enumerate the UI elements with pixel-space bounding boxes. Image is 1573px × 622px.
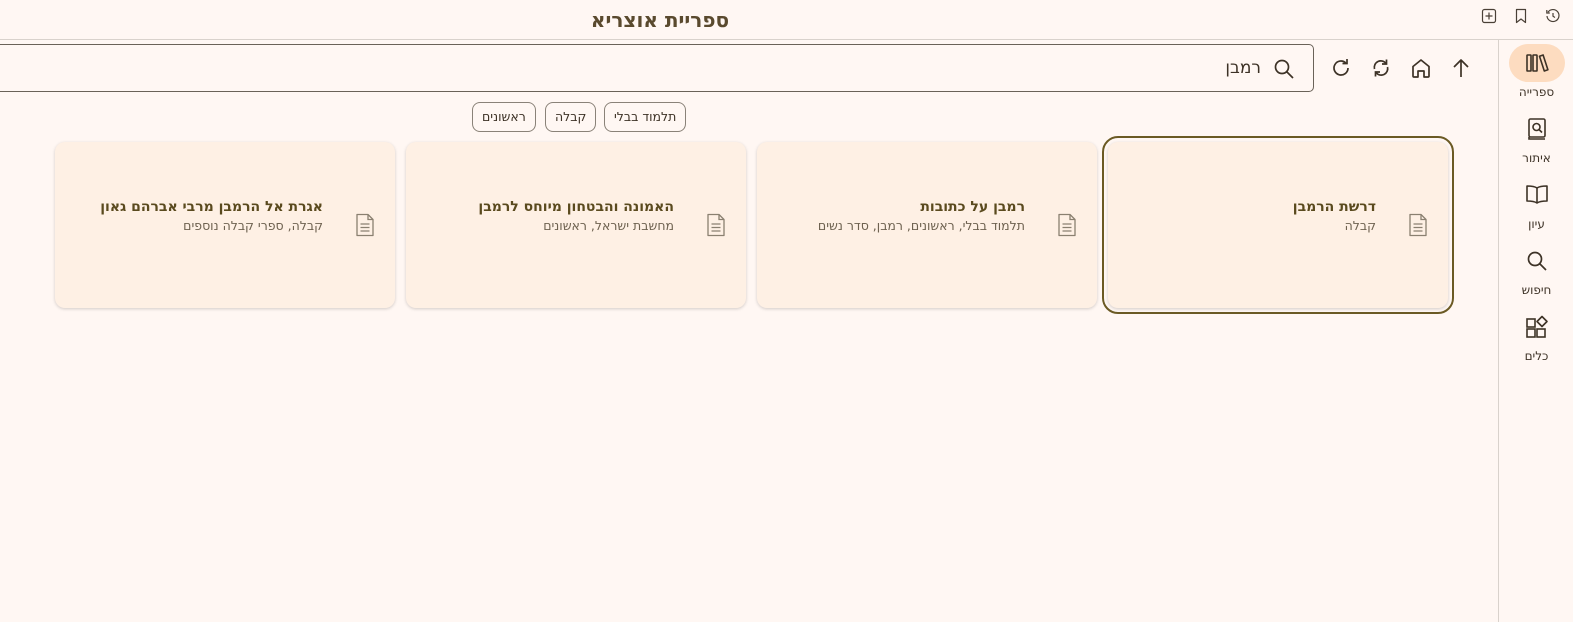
result-card[interactable]: האמונה והבטחון מיוחס לרמבן מחשבת ישראל, … (406, 142, 746, 308)
home-icon (1412, 59, 1430, 78)
bookmark-icon (1515, 8, 1527, 24)
refresh-icon (1333, 59, 1349, 76)
card-title: אגרת אל הרמבן מרבי אברהם גאון (100, 199, 323, 215)
sidebar: ספרייה איתור עיון חיפוש כלים (1498, 40, 1573, 622)
filter-chip-talmud-bavli[interactable]: תלמוד בבלי (604, 102, 687, 132)
card-title: רמבן על כתובות (920, 199, 1025, 215)
sidebar-item-search[interactable]: חיפוש (1499, 242, 1573, 302)
search-input[interactable] (61, 53, 1261, 83)
refresh-button[interactable] (1328, 55, 1354, 81)
card-categories: מחשבת ישראל, ראשונים (543, 218, 674, 233)
tools-icon (1525, 315, 1548, 338)
history-button[interactable] (1544, 7, 1562, 25)
add-tab-icon (1481, 8, 1497, 24)
sidebar-item-library[interactable]: ספרייה (1499, 44, 1573, 104)
bookmarks-button[interactable] (1512, 7, 1530, 25)
nav-icon-wrap (1509, 308, 1565, 346)
sidebar-item-label: ספרייה (1518, 85, 1555, 99)
add-tab-button[interactable] (1480, 7, 1498, 25)
card-categories: תלמוד בבלי, ראשונים, רמבן, סדר נשים (817, 218, 1025, 233)
find-book-icon (1527, 118, 1546, 140)
sidebar-item-tools[interactable]: כלים (1499, 308, 1573, 368)
nav-icon-wrap (1509, 110, 1565, 148)
title-bar: ספריית אוצריא (0, 0, 1573, 40)
result-card[interactable]: דרשת הרמבן קבלה (1102, 136, 1454, 314)
up-button[interactable] (1448, 55, 1474, 81)
document-icon (707, 213, 725, 237)
sidebar-item-label: עיון (1528, 217, 1545, 231)
sidebar-item-label: חיפוש (1521, 283, 1552, 297)
nav-icon-wrap (1509, 176, 1565, 214)
history-icon (1546, 8, 1560, 23)
document-icon (356, 213, 374, 237)
sync-button[interactable] (1368, 55, 1394, 81)
nav-icon-wrap (1509, 242, 1565, 280)
home-button[interactable] (1408, 55, 1434, 81)
filter-chip-kabbalah[interactable]: קבלה (545, 102, 597, 132)
card-title: האמונה והבטחון מיוחס לרמבן (478, 199, 674, 215)
app-title: ספריית אוצריא (590, 8, 730, 32)
card-categories: קבלה (1344, 218, 1376, 233)
nav-icon-wrap (1508, 44, 1565, 82)
document-icon (1058, 213, 1076, 237)
sidebar-item-label: כלים (1524, 349, 1549, 363)
search-icon[interactable] (1273, 58, 1295, 80)
result-card[interactable]: רמבן על כתובות תלמוד בבלי, ראשונים, רמבן… (757, 142, 1097, 308)
sidebar-item-label: איתור (1522, 151, 1551, 165)
result-card[interactable]: אגרת אל הרמבן מרבי אברהם גאון קבלה, ספרי… (55, 142, 395, 308)
filter-chip-rishonim[interactable]: ראשונים (472, 102, 536, 132)
search-icon (1527, 251, 1547, 271)
up-arrow-icon (1453, 59, 1469, 77)
card-categories: קבלה, ספרי קבלה נוספים (183, 218, 323, 233)
sidebar-item-find[interactable]: איתור (1499, 110, 1573, 170)
search-box (0, 44, 1314, 92)
library-icon (1525, 54, 1549, 72)
open-book-icon (1525, 185, 1548, 204)
document-icon (1409, 213, 1427, 237)
card-title: דרשת הרמבן (1292, 199, 1376, 215)
sidebar-item-study[interactable]: עיון (1499, 176, 1573, 236)
sync-icon (1373, 59, 1389, 77)
